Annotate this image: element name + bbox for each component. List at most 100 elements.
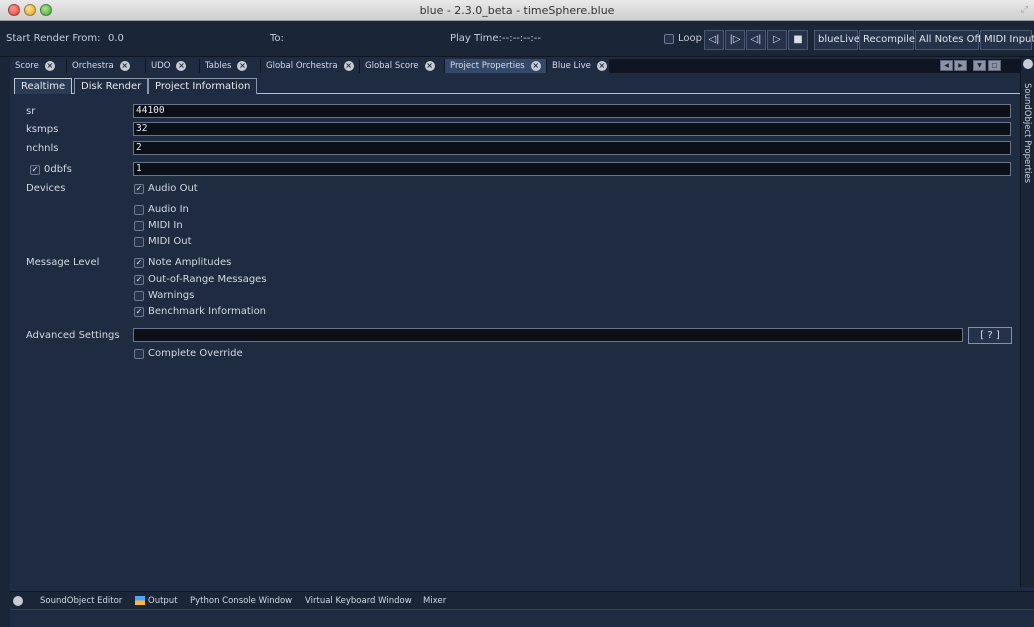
python-console-tab[interactable]: Python Console Window: [190, 596, 292, 606]
tab-udo[interactable]: UDO ×: [146, 59, 199, 73]
mixer-tab[interactable]: Mixer: [423, 596, 446, 606]
bottom-window-bar: SoundObject Editor Output Python Console…: [10, 591, 1034, 609]
to-field[interactable]: [288, 29, 418, 49]
warnings-label: Warnings: [148, 290, 195, 301]
tab-global-score[interactable]: Global Score ×: [360, 59, 444, 73]
window-title: blue - 2.3.0_beta - timeSphere.blue: [419, 4, 615, 17]
complete-override-checkbox[interactable]: Complete Override: [134, 348, 243, 359]
step-forward-icon[interactable]: |▷: [725, 30, 745, 50]
project-properties-subtabs: Realtime Disk Render Project Information: [14, 78, 1020, 94]
all-notes-off-button[interactable]: All Notes Off: [915, 30, 981, 50]
tab-label: UDO: [151, 61, 171, 71]
tab-project-information[interactable]: Project Information: [148, 78, 258, 94]
tab-global-orchestra[interactable]: Global Orchestra ×: [261, 59, 359, 73]
fullscreen-icon[interactable]: ⤢: [1021, 5, 1028, 15]
maximize-panel-icon[interactable]: □: [988, 60, 1001, 71]
tab-tables[interactable]: Tables ×: [200, 59, 260, 73]
benchmark-checkbox[interactable]: ✓ Benchmark Information: [134, 306, 266, 317]
stop-icon[interactable]: ■: [788, 30, 808, 50]
tab-label: Global Orchestra: [266, 61, 338, 71]
step-back-icon[interactable]: ◁|: [746, 30, 766, 50]
output-icon: [135, 596, 145, 605]
close-tab-icon[interactable]: ×: [176, 60, 187, 71]
warnings-checkbox[interactable]: Warnings: [134, 290, 194, 301]
ksmps-field[interactable]: 32: [133, 122, 1011, 136]
audio-out-label: Audio Out: [148, 183, 198, 194]
scroll-tabs-right-icon[interactable]: ▶: [954, 60, 967, 71]
checkmark-icon: ✓: [134, 257, 144, 268]
midi-out-checkbox[interactable]: MIDI Out: [134, 236, 192, 247]
close-tab-icon[interactable]: ×: [596, 60, 607, 71]
checkbox-box: [134, 348, 144, 359]
checkmark-icon: ✓: [134, 306, 144, 317]
midi-out-label: MIDI Out: [148, 236, 192, 247]
out-of-range-checkbox[interactable]: ✓ Out-of-Range Messages: [134, 274, 267, 285]
left-edge: [0, 57, 10, 627]
odbfs-checkbox[interactable]: ✓ 0dbfs: [30, 164, 72, 175]
midi-input-button[interactable]: MIDI Input: [980, 30, 1034, 50]
checkbox-box: [134, 290, 144, 301]
tab-list-icon[interactable]: ▼: [973, 60, 986, 71]
checkmark-icon: ✓: [134, 183, 144, 194]
close-tab-icon[interactable]: ×: [119, 60, 130, 71]
checkbox-box: [134, 220, 144, 231]
rewind-icon[interactable]: ◁|: [704, 30, 724, 50]
checkbox-box: [134, 204, 144, 215]
soundobject-editor-tab[interactable]: SoundObject Editor: [40, 596, 122, 606]
tab-label: Score: [15, 61, 39, 71]
tab-blue-live[interactable]: Blue Live ×: [547, 59, 609, 73]
bluelive-button[interactable]: blueLive: [814, 30, 860, 50]
audio-in-checkbox[interactable]: Audio In: [134, 204, 189, 215]
sr-field[interactable]: 44100: [133, 104, 1011, 118]
odbfs-label: 0dbfs: [44, 164, 72, 175]
tab-score[interactable]: Score ×: [10, 59, 66, 73]
tab-realtime[interactable]: Realtime: [14, 78, 73, 94]
note-amplitudes-checkbox[interactable]: ✓ Note Amplitudes: [134, 257, 231, 268]
nchnls-field[interactable]: 2: [133, 141, 1011, 155]
start-render-value[interactable]: 0.0: [108, 33, 124, 44]
tab-disk-render[interactable]: Disk Render: [74, 78, 149, 94]
main-tabbar: Score × Orchestra × UDO × Tables × Global Or…: [10, 59, 1020, 73]
tab-label: Project Properties: [450, 61, 525, 71]
close-tab-icon[interactable]: ×: [44, 60, 55, 71]
scroll-tabs-left-icon[interactable]: ◀: [940, 60, 953, 71]
soundobject-properties-label[interactable]: SoundObject Properties: [1022, 83, 1032, 183]
play-time-label: Play Time:: [450, 33, 502, 44]
close-tab-icon[interactable]: ×: [424, 60, 435, 71]
output-tab[interactable]: Output: [135, 596, 178, 606]
ksmps-label: ksmps: [26, 124, 59, 135]
message-level-label: Message Level: [26, 257, 100, 268]
recompile-button[interactable]: Recompile: [859, 30, 915, 50]
devices-label: Devices: [26, 183, 66, 194]
loop-checkbox[interactable]: [664, 34, 674, 44]
complete-override-label: Complete Override: [148, 348, 243, 359]
checkbox-box: [134, 236, 144, 247]
render-toolbar: Start Render From: 0.0 To: Play Time: --…: [0, 21, 1034, 57]
help-button[interactable]: [ ? ]: [968, 327, 1012, 344]
soundobject-properties-panel[interactable]: SoundObject Properties: [1020, 57, 1034, 587]
checkmark-icon: ✓: [30, 164, 40, 175]
tab-project-properties[interactable]: Project Properties ×: [445, 59, 546, 73]
play-icon[interactable]: ▷: [767, 30, 787, 50]
audio-out-checkbox[interactable]: ✓ Audio Out: [134, 183, 198, 194]
advanced-settings-field[interactable]: [133, 328, 963, 342]
midi-in-checkbox[interactable]: MIDI In: [134, 220, 183, 231]
panel-toggle-icon[interactable]: [13, 596, 23, 606]
start-render-label: Start Render From:: [6, 33, 101, 44]
close-tab-icon[interactable]: ×: [237, 60, 248, 71]
odbfs-field[interactable]: 1: [133, 162, 1011, 176]
out-of-range-label: Out-of-Range Messages: [148, 274, 267, 285]
virtual-keyboard-tab[interactable]: Virtual Keyboard Window: [305, 596, 412, 606]
tab-orchestra[interactable]: Orchestra ×: [67, 59, 145, 73]
status-bar: [10, 609, 1034, 627]
checkmark-icon: ✓: [134, 274, 144, 285]
advanced-settings-label: Advanced Settings: [26, 330, 120, 341]
close-tab-icon[interactable]: ×: [530, 60, 541, 71]
close-tab-icon[interactable]: ×: [343, 60, 354, 71]
output-label: Output: [148, 596, 178, 606]
note-amplitudes-label: Note Amplitudes: [148, 257, 232, 268]
panel-toggle-icon[interactable]: [1023, 59, 1033, 69]
tab-label: Orchestra: [72, 61, 114, 71]
loop-label: Loop: [678, 33, 702, 44]
benchmark-label: Benchmark Information: [148, 306, 267, 317]
